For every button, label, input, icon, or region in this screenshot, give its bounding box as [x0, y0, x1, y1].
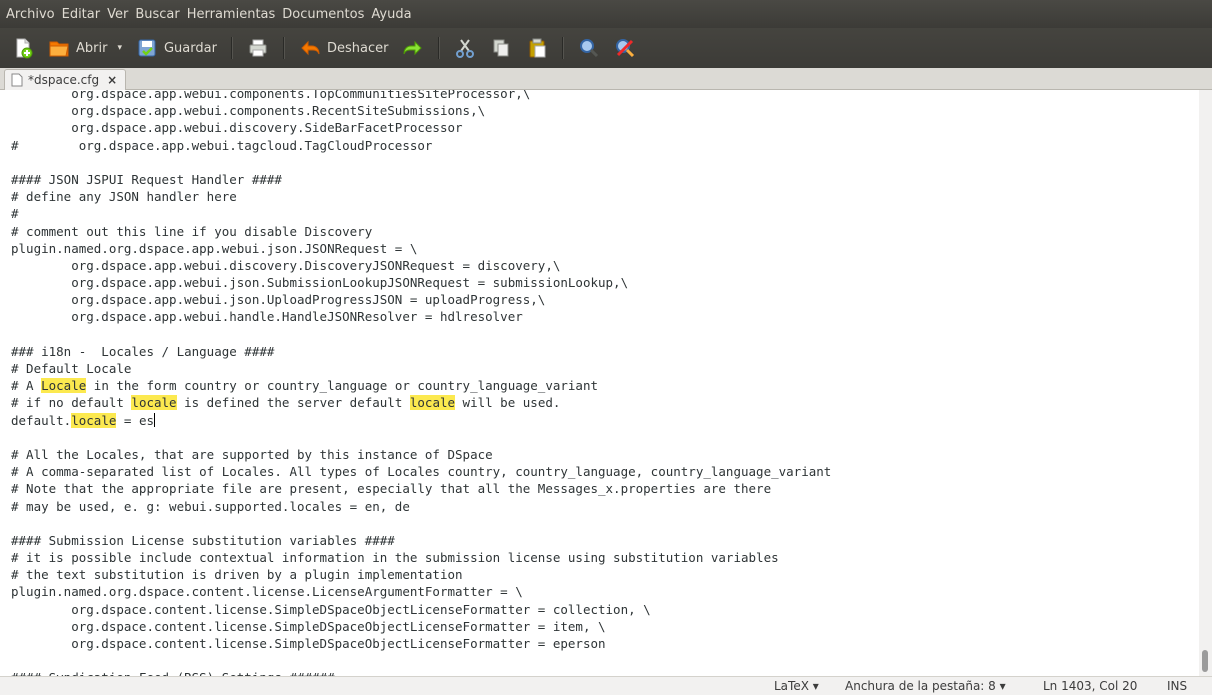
- menu-ver[interactable]: Ver: [107, 7, 128, 22]
- code-line: plugin.named.org.dspace.content.license.…: [11, 584, 523, 600]
- code-line: org.dspace.content.license.SimpleDSpaceO…: [11, 636, 606, 651]
- code-line: #### Submission License substitution var…: [11, 532, 395, 548]
- menu-herramientas[interactable]: Herramientas: [187, 7, 276, 22]
- text-cursor: [154, 412, 156, 427]
- code-line: # may be used, e. g: webui.supported.loc…: [11, 498, 410, 514]
- document-icon: [11, 73, 23, 87]
- tab-dspace-cfg[interactable]: *dspace.cfg ×: [4, 69, 127, 90]
- toolbar-separator: [438, 37, 441, 59]
- undo-label: Deshacer: [326, 40, 389, 56]
- menu-bar: Archivo Editar Ver Buscar Herramientas D…: [0, 0, 1212, 28]
- print-button[interactable]: [247, 37, 269, 59]
- code-line: # org.dspace.app.webui.tagcloud.TagCloud…: [11, 137, 433, 153]
- menu-archivo[interactable]: Archivo: [6, 7, 55, 22]
- code-line: # if no default locale is defined the se…: [11, 395, 561, 411]
- menu-buscar[interactable]: Buscar: [135, 7, 179, 22]
- copy-button[interactable]: [490, 37, 512, 59]
- close-tab-icon[interactable]: ×: [107, 73, 117, 87]
- code-line: ### i18n - Locales / Language ####: [11, 343, 275, 359]
- code-line: org.dspace.app.webui.components.RecentSi…: [11, 103, 486, 119]
- undo-button[interactable]: Deshacer: [299, 37, 388, 59]
- code-line: # All the Locales, that are supported by…: [11, 446, 493, 462]
- toolbar-separator: [282, 37, 285, 59]
- code-line: org.dspace.app.webui.json.SubmissionLook…: [11, 275, 629, 291]
- search-highlight: Locale: [41, 378, 87, 394]
- save-label: Guardar: [163, 40, 217, 56]
- tab-width-label: Anchura de la pestaña: 8: [845, 679, 996, 693]
- open-button[interactable]: Abrir ▾: [48, 37, 122, 59]
- language-label: LaTeX: [774, 679, 809, 693]
- code-line: default.locale = es: [11, 412, 156, 428]
- scissors-icon: [456, 39, 475, 58]
- menu-editar[interactable]: Editar: [62, 7, 101, 22]
- code-line: plugin.named.org.dspace.app.webui.json.J…: [11, 240, 418, 256]
- search-highlight: locale: [409, 395, 456, 411]
- code-line: org.dspace.app.webui.json.UploadProgress…: [11, 292, 546, 308]
- code-content: org.dspace.app.webui.components.TopCommu…: [11, 90, 831, 676]
- code-line: #### JSON JSPUI Request Handler ####: [11, 171, 282, 187]
- scroll-thumb[interactable]: [1202, 650, 1208, 672]
- search-replace-icon: [616, 39, 635, 58]
- new-document-button[interactable]: [12, 37, 34, 59]
- insert-mode: INS: [1167, 679, 1188, 693]
- search-icon: [580, 39, 599, 58]
- tab-width-selector[interactable]: Anchura de la pestaña: 8 ▾: [845, 679, 1006, 693]
- redo-icon: [403, 40, 423, 56]
- code-line: # A Locale in the form country or countr…: [11, 378, 599, 394]
- search-highlight: locale: [131, 395, 177, 411]
- vertical-scrollbar[interactable]: [1199, 90, 1212, 676]
- code-line: org.dspace.app.webui.handle.HandleJSONRe…: [11, 309, 523, 325]
- print-icon: [249, 39, 267, 57]
- menu-documentos[interactable]: Documentos: [282, 7, 364, 22]
- clipboard-icon: [529, 38, 546, 58]
- paste-button[interactable]: [526, 37, 548, 59]
- code-line: # define any JSON handler here: [11, 189, 237, 205]
- redo-button[interactable]: [402, 37, 424, 59]
- code-line: org.dspace.app.webui.components.TopCommu…: [11, 90, 531, 101]
- code-line: org.dspace.app.webui.discovery.SideBarFa…: [11, 120, 463, 136]
- open-label: Abrir: [76, 40, 108, 56]
- text-editor[interactable]: org.dspace.app.webui.components.TopCommu…: [0, 90, 1199, 676]
- search-replace-button[interactable]: [614, 37, 636, 59]
- undo-icon: [301, 40, 320, 56]
- menu-ayuda[interactable]: Ayuda: [371, 7, 411, 22]
- code-line: # A comma-separated list of Locales. All…: [11, 464, 832, 480]
- tab-title: *dspace.cfg: [28, 73, 100, 87]
- toolbar: Abrir ▾ Guardar Deshacer: [0, 28, 1212, 68]
- code-line: #### Syndication Feed (RSS) Settings ###…: [11, 669, 831, 676]
- code-line: # it is possible include contextual info…: [11, 550, 779, 566]
- chevron-down-icon[interactable]: ▾: [117, 43, 122, 53]
- save-button[interactable]: Guardar: [136, 37, 217, 59]
- code-line: org.dspace.content.license.SimpleDSpaceO…: [11, 601, 651, 617]
- cursor-position: Ln 1403, Col 20: [1043, 679, 1138, 693]
- language-selector[interactable]: LaTeX ▾: [774, 679, 819, 693]
- code-line: # Default Locale: [11, 361, 132, 376]
- status-bar: LaTeX ▾ Anchura de la pestaña: 8 ▾ Ln 14…: [0, 676, 1212, 695]
- code-line: #: [11, 206, 19, 222]
- code-line: # comment out this line if you disable D…: [11, 223, 373, 239]
- new-document-icon: [16, 38, 33, 59]
- search-button[interactable]: [578, 37, 600, 59]
- code-line: # Note that the appropriate file are pre…: [11, 481, 772, 497]
- toolbar-separator: [230, 37, 233, 59]
- code-line: # the text substitution is driven by a p…: [11, 567, 463, 583]
- code-line: org.dspace.app.webui.discovery.Discovery…: [11, 257, 561, 273]
- search-highlight: locale: [71, 412, 117, 428]
- tab-bar: *dspace.cfg ×: [0, 68, 1212, 90]
- chevron-down-icon: ▾: [999, 679, 1006, 693]
- toolbar-separator: [562, 37, 565, 59]
- open-folder-icon: [49, 41, 69, 57]
- chevron-down-icon: ▾: [812, 679, 819, 693]
- cut-button[interactable]: [454, 37, 476, 59]
- code-line: org.dspace.content.license.SimpleDSpaceO…: [11, 618, 606, 634]
- save-icon: [138, 39, 156, 57]
- copy-icon: [493, 39, 509, 57]
